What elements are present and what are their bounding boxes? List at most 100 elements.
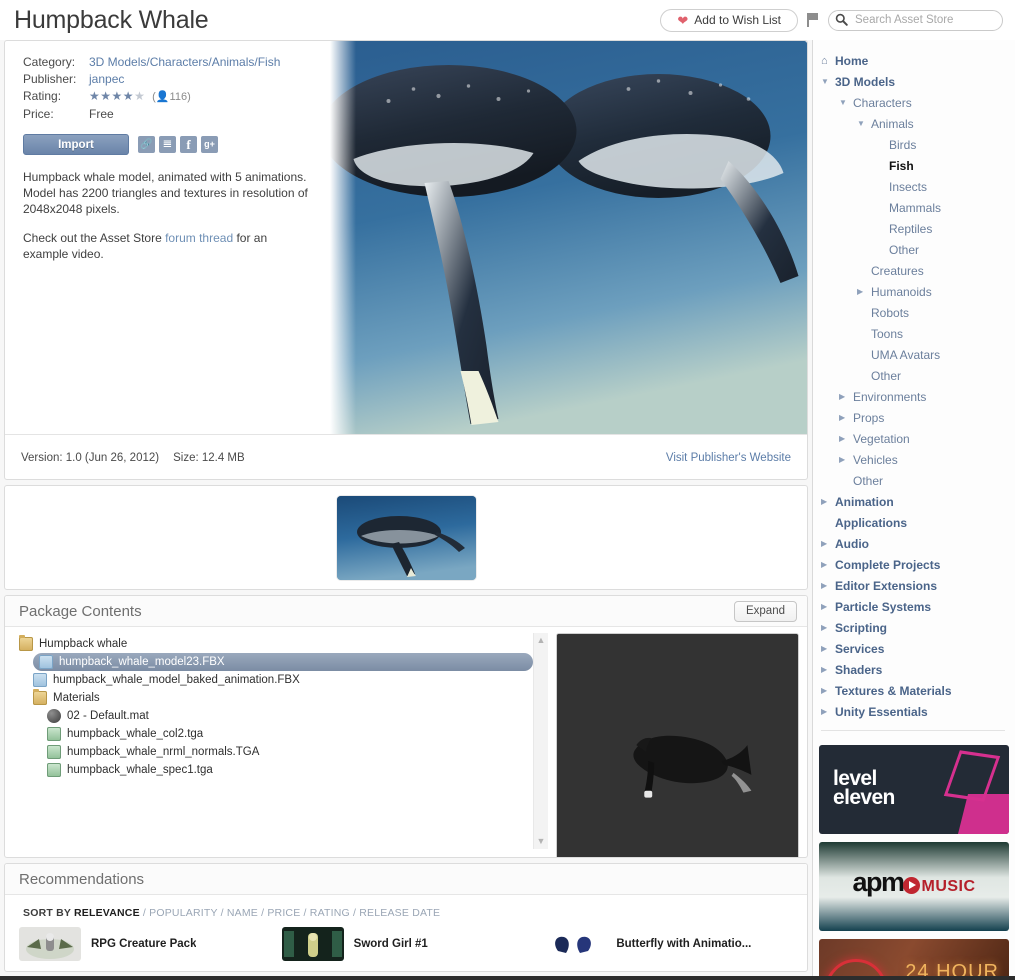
twitter-icon[interactable]: 𝌆 xyxy=(159,136,176,153)
recommendation-item[interactable]: Butterfly with Animatio... xyxy=(544,927,807,961)
link-icon[interactable]: 🔗 xyxy=(138,136,155,153)
file-tree-row[interactable]: humpback_whale_model23.FBX xyxy=(33,653,533,671)
triangle-right-icon[interactable]: ▶ xyxy=(821,560,835,569)
sort-option-name[interactable]: NAME xyxy=(227,907,258,919)
facebook-icon[interactable]: f xyxy=(180,136,197,153)
triangle-right-icon[interactable]: ▶ xyxy=(839,455,853,464)
flag-icon[interactable] xyxy=(806,12,820,28)
triangle-right-icon[interactable]: ▶ xyxy=(821,602,835,611)
triangle-right-icon[interactable]: ▶ xyxy=(821,665,835,674)
sidebar-item-other[interactable]: Other xyxy=(821,239,1015,260)
file-tree-row[interactable]: humpback_whale_nrml_normals.TGA xyxy=(47,743,533,761)
file-tree-row[interactable]: 02 - Default.mat xyxy=(47,707,533,725)
sort-option-rating[interactable]: RATING xyxy=(310,907,350,919)
file-tree[interactable]: Humpback whale humpback_whale_model23.FBX… xyxy=(13,633,533,849)
publisher-link[interactable]: janpec xyxy=(89,72,124,86)
sidebar-item-birds[interactable]: Birds xyxy=(821,134,1015,155)
model-preview-viewport[interactable] xyxy=(556,633,799,857)
file-tree-row[interactable]: humpback_whale_col2.tga xyxy=(47,725,533,743)
sidebar-item-props[interactable]: ▶ Props xyxy=(821,407,1015,428)
model-preview-whale xyxy=(557,634,798,857)
triangle-right-icon[interactable]: ▶ xyxy=(821,707,835,716)
chevron-up-icon[interactable]: ▲ xyxy=(537,636,546,645)
sidebar-item-animation[interactable]: ▶ Animation xyxy=(821,491,1015,512)
sidebar-item-mammals[interactable]: Mammals xyxy=(821,197,1015,218)
play-icon xyxy=(903,877,921,894)
sort-bar: SORT BY RELEVANCE / POPULARITY / NAME / … xyxy=(5,895,807,925)
triangle-right-icon[interactable]: ▶ xyxy=(821,623,835,632)
triangle-right-icon[interactable]: ▶ xyxy=(821,497,835,506)
chevron-down-icon[interactable]: ▼ xyxy=(537,837,546,846)
sidebar-item-label: Applications xyxy=(835,515,908,530)
file-tree-row[interactable]: Humpback whale xyxy=(19,635,533,653)
sidebar-item-fish[interactable]: Fish xyxy=(821,155,1015,176)
sidebar-item-other[interactable]: Other xyxy=(821,365,1015,386)
sidebar-item-characters[interactable]: ▼ Characters xyxy=(821,92,1015,113)
sidebar-item-animals[interactable]: ▼ Animals xyxy=(821,113,1015,134)
sort-option-price[interactable]: PRICE xyxy=(267,907,300,919)
triangle-right-icon[interactable]: ▶ xyxy=(839,392,853,401)
triangle-right-icon[interactable]: ▶ xyxy=(857,287,871,296)
sidebar-item-textures-materials[interactable]: ▶ Textures & Materials xyxy=(821,680,1015,701)
sidebar-item-services[interactable]: ▶ Services xyxy=(821,638,1015,659)
24-hour-ad[interactable]: 24 HOUR xyxy=(819,939,1009,976)
sidebar-item-shaders[interactable]: ▶ Shaders xyxy=(821,659,1015,680)
add-to-wish-list-button[interactable]: ❤ Add to Wish List xyxy=(660,8,798,32)
googleplus-icon[interactable]: g+ xyxy=(201,136,218,153)
sidebar-item-toons[interactable]: Toons xyxy=(821,323,1015,344)
sidebar-item-insects[interactable]: Insects xyxy=(821,176,1015,197)
sidebar-item-home[interactable]: ⌂ Home xyxy=(821,50,1015,71)
media-thumbnail-strip xyxy=(4,485,808,590)
sidebar-item-complete-projects[interactable]: ▶ Complete Projects xyxy=(821,554,1015,575)
file-tree-row[interactable]: humpback_whale_model_baked_animation.FBX xyxy=(33,671,533,689)
triangle-right-icon[interactable]: ▶ xyxy=(821,539,835,548)
triangle-down-icon[interactable]: ▼ xyxy=(857,119,871,128)
sidebar-item-reptiles[interactable]: Reptiles xyxy=(821,218,1015,239)
sidebar-item-other[interactable]: Other xyxy=(821,470,1015,491)
expand-button[interactable]: Expand xyxy=(733,600,797,622)
sidebar-item-applications[interactable]: Applications xyxy=(821,512,1015,533)
triangle-right-icon[interactable]: ▶ xyxy=(839,413,853,422)
sidebar-item-environments[interactable]: ▶ Environments xyxy=(821,386,1015,407)
sidebar-item-uma-avatars[interactable]: UMA Avatars xyxy=(821,344,1015,365)
preview-thumbnail[interactable] xyxy=(336,495,476,580)
sidebar-item-3d-models[interactable]: ▼ 3D Models xyxy=(821,71,1015,92)
category-nav[interactable]: ⌂ Home ▼ 3D Models ▼ Characters ▼ Animals Birds F… xyxy=(813,44,1015,741)
sidebar-item-label: Reptiles xyxy=(889,221,933,236)
sidebar-item-humanoids[interactable]: ▶ Humanoids xyxy=(821,281,1015,302)
sidebar-item-label: Insects xyxy=(889,179,928,194)
recommendation-item[interactable]: RPG Creature Pack xyxy=(19,927,282,961)
file-tree-row[interactable]: humpback_whale_spec1.tga xyxy=(47,761,533,779)
level-eleven-ad[interactable]: level eleven xyxy=(819,745,1009,834)
sort-option-popularity[interactable]: POPULARITY xyxy=(149,907,217,919)
sort-option-release-date[interactable]: RELEASE DATE xyxy=(359,907,440,919)
import-button[interactable]: Import xyxy=(23,134,129,155)
triangle-right-icon[interactable]: ▶ xyxy=(839,434,853,443)
sidebar-item-creatures[interactable]: Creatures xyxy=(821,260,1015,281)
sidebar-item-vehicles[interactable]: ▶ Vehicles xyxy=(821,449,1015,470)
sidebar-item-label: Scripting xyxy=(835,620,888,635)
sidebar-item-audio[interactable]: ▶ Audio xyxy=(821,533,1015,554)
forum-thread-link[interactable]: forum thread xyxy=(165,231,233,245)
hero-image[interactable] xyxy=(330,41,807,434)
triangle-right-icon[interactable]: ▶ xyxy=(821,581,835,590)
sort-option-relevance[interactable]: RELEVANCE xyxy=(74,907,140,919)
category-link[interactable]: 3D Models/Characters/Animals/Fish xyxy=(89,55,280,69)
triangle-down-icon[interactable]: ▼ xyxy=(821,77,835,86)
file-tree-row[interactable]: Materials xyxy=(33,689,533,707)
triangle-right-icon[interactable]: ▶ xyxy=(821,686,835,695)
sidebar-item-unity-essentials[interactable]: ▶ Unity Essentials xyxy=(821,701,1015,722)
triangle-right-icon[interactable]: ▶ xyxy=(821,644,835,653)
search-input[interactable] xyxy=(828,9,1003,31)
apm-music-ad[interactable]: apm MUSIC xyxy=(819,842,1009,931)
visit-publisher-website-link[interactable]: Visit Publisher's Website xyxy=(666,452,791,464)
file-tree-scrollbar[interactable]: ▲ ▼ xyxy=(533,633,548,849)
sort-separator: / xyxy=(139,907,150,919)
sidebar-item-vegetation[interactable]: ▶ Vegetation xyxy=(821,428,1015,449)
triangle-down-icon[interactable]: ▼ xyxy=(839,98,853,107)
sidebar-item-robots[interactable]: Robots xyxy=(821,302,1015,323)
sidebar-item-particle-systems[interactable]: ▶ Particle Systems xyxy=(821,596,1015,617)
sidebar-item-editor-extensions[interactable]: ▶ Editor Extensions xyxy=(821,575,1015,596)
recommendation-item[interactable]: Sword Girl #1 xyxy=(281,927,545,961)
sidebar-item-scripting[interactable]: ▶ Scripting xyxy=(821,617,1015,638)
